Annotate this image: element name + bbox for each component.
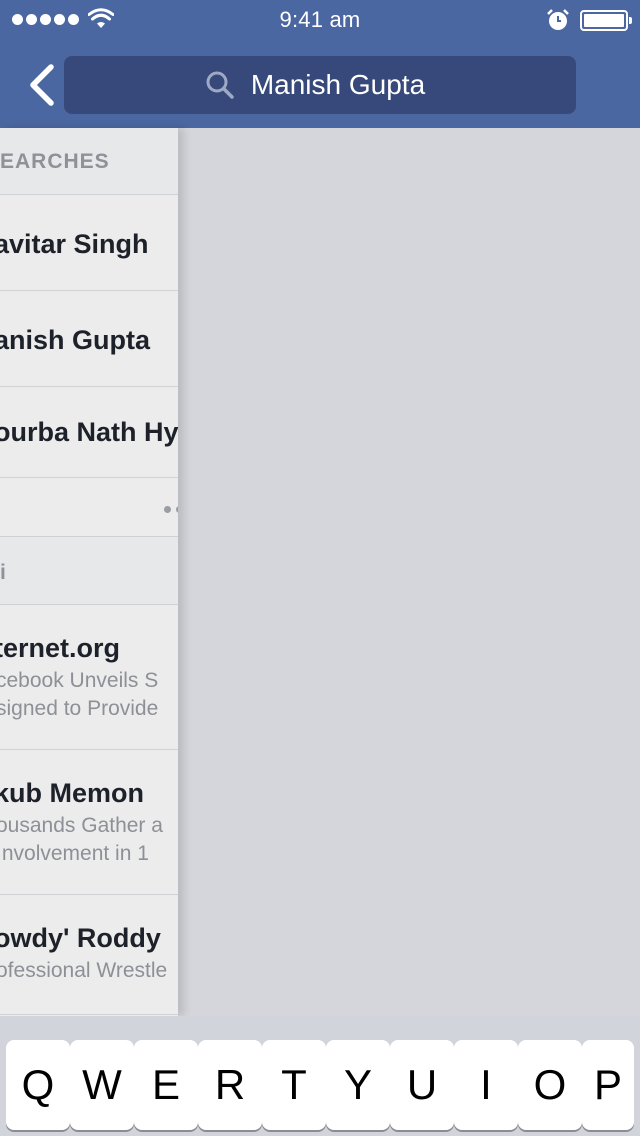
key-y[interactable]: Y <box>326 1040 390 1130</box>
recent-search-item[interactable]: anish Gupta <box>0 291 178 387</box>
key-q[interactable]: Q <box>6 1040 70 1130</box>
search-icon <box>206 71 234 99</box>
trending-item[interactable]: owdy' Roddy ofessional Wrestle <box>0 895 178 1015</box>
search-query-text[interactable]: Manish Gupta <box>251 69 425 101</box>
trending-description: ofessional Wrestle <box>0 959 168 982</box>
trending-item[interactable]: kub Memon ousands Gather a Involvement i… <box>0 750 178 895</box>
key-i[interactable]: I <box>454 1040 518 1130</box>
recent-search-label: ourba Nath Hy <box>0 417 178 447</box>
trending-description: ousands Gather a <box>0 814 163 837</box>
keyboard: Q W E R T Y U I O P <box>0 1016 640 1136</box>
status-bar: 9:41 am <box>0 0 640 40</box>
key-u[interactable]: U <box>390 1040 454 1130</box>
recent-search-item[interactable]: avitar Singh <box>0 195 178 291</box>
search-input[interactable]: Manish Gupta <box>64 56 576 114</box>
key-o[interactable]: O <box>518 1040 582 1130</box>
key-t[interactable]: T <box>262 1040 326 1130</box>
battery-icon <box>580 10 632 31</box>
back-button[interactable] <box>22 60 62 110</box>
recent-searches-header: EARCHES <box>0 128 178 195</box>
see-more-row[interactable] <box>0 478 178 537</box>
alarm-clock-icon <box>547 9 569 30</box>
trending-item[interactable]: ternet.org cebook Unveils S signed to Pr… <box>0 605 178 750</box>
key-e[interactable]: E <box>134 1040 198 1130</box>
key-p[interactable]: P <box>582 1040 634 1130</box>
key-w[interactable]: W <box>70 1040 134 1130</box>
trending-title: owdy' Roddy <box>0 923 161 953</box>
chevron-left-icon <box>30 64 54 106</box>
trending-description: cebook Unveils S <box>0 669 159 692</box>
trending-header: i <box>0 537 178 605</box>
top-bar: 9:41 am Manish Gupta <box>0 0 640 128</box>
trending-description: Involvement in 1 <box>0 842 149 865</box>
trending-title: kub Memon <box>0 778 145 808</box>
recent-search-label: anish Gupta <box>0 325 151 355</box>
search-suggestions-panel: EARCHES avitar Singh anish Gupta ourba N… <box>0 128 178 1016</box>
key-r[interactable]: R <box>198 1040 262 1130</box>
more-icon <box>164 506 178 513</box>
recent-search-label: avitar Singh <box>0 229 149 259</box>
trending-title: ternet.org <box>0 633 121 663</box>
trending-description: signed to Provide <box>0 697 159 720</box>
recent-search-item[interactable]: ourba Nath Hy <box>0 387 178 478</box>
status-time: 9:41 am <box>279 7 361 32</box>
